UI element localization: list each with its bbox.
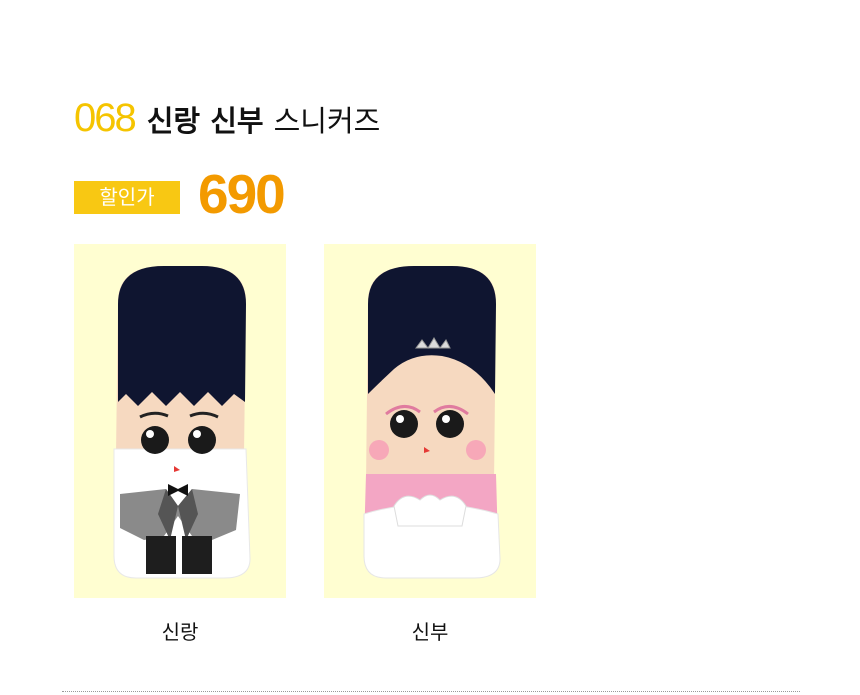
product-name-light: 스니커즈 xyxy=(273,104,381,138)
option-card-groom[interactable] xyxy=(74,244,286,598)
product-title: 068 신랑 신부 스니커즈 xyxy=(74,96,380,140)
option-label-bride[interactable]: 신부 xyxy=(324,616,536,645)
bride-sock-image xyxy=(363,266,501,579)
dotted-divider xyxy=(62,691,800,692)
option-label-groom[interactable]: 신랑 xyxy=(74,616,286,645)
discount-badge: 할인가 xyxy=(74,181,180,214)
product-number: 068 xyxy=(74,96,137,140)
groom-sock-image xyxy=(113,266,251,579)
product-name-bold: 신랑 신부 xyxy=(146,104,264,138)
option-card-bride[interactable] xyxy=(324,244,536,598)
sale-price: 690 xyxy=(198,163,286,225)
